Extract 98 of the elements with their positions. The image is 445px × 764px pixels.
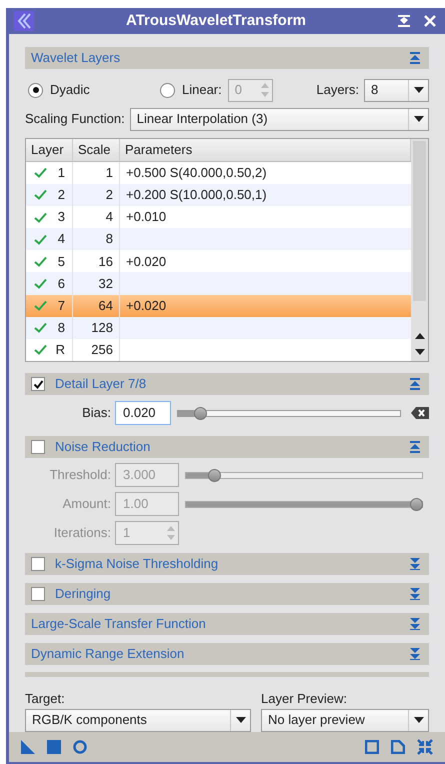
scroll-up-icon[interactable] <box>414 333 424 339</box>
radio-button[interactable] <box>160 82 175 98</box>
layers-label: Layers: <box>316 81 359 100</box>
table-cell-text: +0.200 S(10.000,0.50,1) <box>126 186 267 204</box>
column-header[interactable]: Layer <box>26 139 73 161</box>
table-cell-text: 128 <box>91 319 113 338</box>
collapse-arrows-icon[interactable] <box>417 739 433 755</box>
table-cell-text: +0.020 <box>126 252 166 271</box>
bias-field[interactable]: 0.020 <box>115 401 171 425</box>
section-title: Noise Reduction <box>55 438 152 456</box>
shade-icon[interactable] <box>398 15 410 27</box>
table-cell-text: 256 <box>91 341 113 360</box>
caret-icon <box>414 717 424 723</box>
scrollbar[interactable] <box>411 139 428 361</box>
table-cell-text: 64 <box>98 296 113 315</box>
caret-icon <box>414 87 424 93</box>
table-row[interactable]: 4 8 <box>26 228 411 250</box>
check-icon[interactable] <box>34 256 47 267</box>
column-header[interactable]: Scale <box>73 139 120 161</box>
expand-icon[interactable] <box>409 588 421 600</box>
check-icon[interactable] <box>34 189 47 200</box>
table-cell-text: 8 <box>58 319 65 338</box>
radio-button[interactable] <box>28 82 43 98</box>
table-cell-text: 2 <box>58 186 65 204</box>
collapse-icon[interactable] <box>409 52 421 64</box>
slider[interactable] <box>185 468 423 482</box>
app-icon <box>14 11 34 31</box>
check-icon[interactable] <box>34 167 47 178</box>
bias-label: Bias: <box>81 404 112 422</box>
section-title: Deringing <box>55 585 112 604</box>
table-cell-text: 4 <box>58 230 65 248</box>
target-dropdown[interactable]: RGB/K components <box>25 708 251 732</box>
caret-icon <box>414 116 424 122</box>
table-cell-text: 7 <box>58 296 65 315</box>
table-row[interactable]: 1 1 +0.500 S(40.000,0.50,2) <box>26 162 411 184</box>
check-icon[interactable] <box>34 322 47 334</box>
table-row[interactable]: 7 64 +0.020 <box>26 294 411 317</box>
document-icon[interactable] <box>391 740 405 754</box>
window-title: ATrousWaveletTransform <box>124 10 308 31</box>
check-icon[interactable] <box>34 212 47 223</box>
table-row[interactable]: 8 128 <box>26 316 411 339</box>
layer-preview-label: Layer Preview: <box>261 690 348 708</box>
section-title: Dynamic Range Extension <box>31 645 186 664</box>
table-row[interactable]: 5 16 +0.020 <box>26 250 411 272</box>
table-cell-text: 4 <box>106 208 113 226</box>
scaling-function-label: Scaling Function: <box>25 110 125 128</box>
table-cell-text: +0.500 S(40.000,0.50,2) <box>126 164 267 182</box>
circle-icon[interactable] <box>73 740 87 754</box>
table-cell-text: +0.020 <box>126 296 166 315</box>
section-title: Large-Scale Transfer Function <box>31 615 207 634</box>
check-icon[interactable] <box>34 300 47 312</box>
table-cell-text: 1 <box>106 164 113 182</box>
target-label: Target: <box>25 690 66 708</box>
iterations-label: Iterations: <box>52 524 112 542</box>
table-cell-text: 32 <box>98 274 113 293</box>
table-row[interactable]: 6 32 <box>26 272 411 295</box>
scaling-function-dropdown[interactable]: Linear Interpolation (3) <box>130 108 429 130</box>
layers-dropdown[interactable]: 8 <box>364 78 429 102</box>
table-cell-text: +0.010 <box>126 208 166 226</box>
section-title: k-Sigma Noise Thresholding <box>55 555 220 574</box>
slider-thumb[interactable] <box>194 406 207 420</box>
table-cell-text: 2 <box>106 186 113 204</box>
table-cell-text: 3 <box>58 208 65 226</box>
table-cell-text: R <box>56 341 65 360</box>
checkbox[interactable] <box>31 440 45 454</box>
radio-label: Dyadic <box>50 81 91 100</box>
slider-thumb[interactable] <box>208 468 220 482</box>
section-title: Wavelet Layers <box>31 49 122 68</box>
threshold-label: Threshold: <box>48 466 112 484</box>
caret-icon <box>236 717 246 723</box>
expand-icon[interactable] <box>409 558 421 570</box>
table-cell-text: 5 <box>58 252 65 271</box>
collapse-icon[interactable] <box>409 378 421 390</box>
close-icon[interactable] <box>424 15 436 27</box>
check-icon[interactable] <box>34 278 47 290</box>
table-cell-text: 1 <box>58 164 65 182</box>
clear-icon[interactable] <box>411 407 429 419</box>
check-icon[interactable] <box>34 234 47 245</box>
slider[interactable] <box>177 406 401 420</box>
slider[interactable] <box>185 498 423 510</box>
expand-icon[interactable] <box>409 618 421 630</box>
table-row[interactable]: 2 2 +0.200 S(10.000,0.50,1) <box>26 184 411 206</box>
table-cell-text: 6 <box>58 274 65 293</box>
slider-thumb[interactable] <box>410 498 423 510</box>
amount-label: Amount: <box>62 495 112 514</box>
section-title: Detail Layer 7/8 <box>55 375 148 394</box>
radio-label: Linear: <box>182 81 222 100</box>
checkbox[interactable] <box>31 587 45 601</box>
checkbox[interactable] <box>31 557 45 571</box>
layer-preview-dropdown[interactable]: No layer preview <box>261 708 429 732</box>
table-cell-text: 16 <box>98 252 113 271</box>
table-cell-text: 8 <box>106 230 113 248</box>
check-icon[interactable] <box>34 344 47 356</box>
expand-icon[interactable] <box>409 648 421 660</box>
scroll-down-icon[interactable] <box>414 349 424 355</box>
collapse-icon[interactable] <box>409 441 421 453</box>
checkbox[interactable] <box>31 377 45 391</box>
triangle-icon[interactable] <box>21 740 35 754</box>
